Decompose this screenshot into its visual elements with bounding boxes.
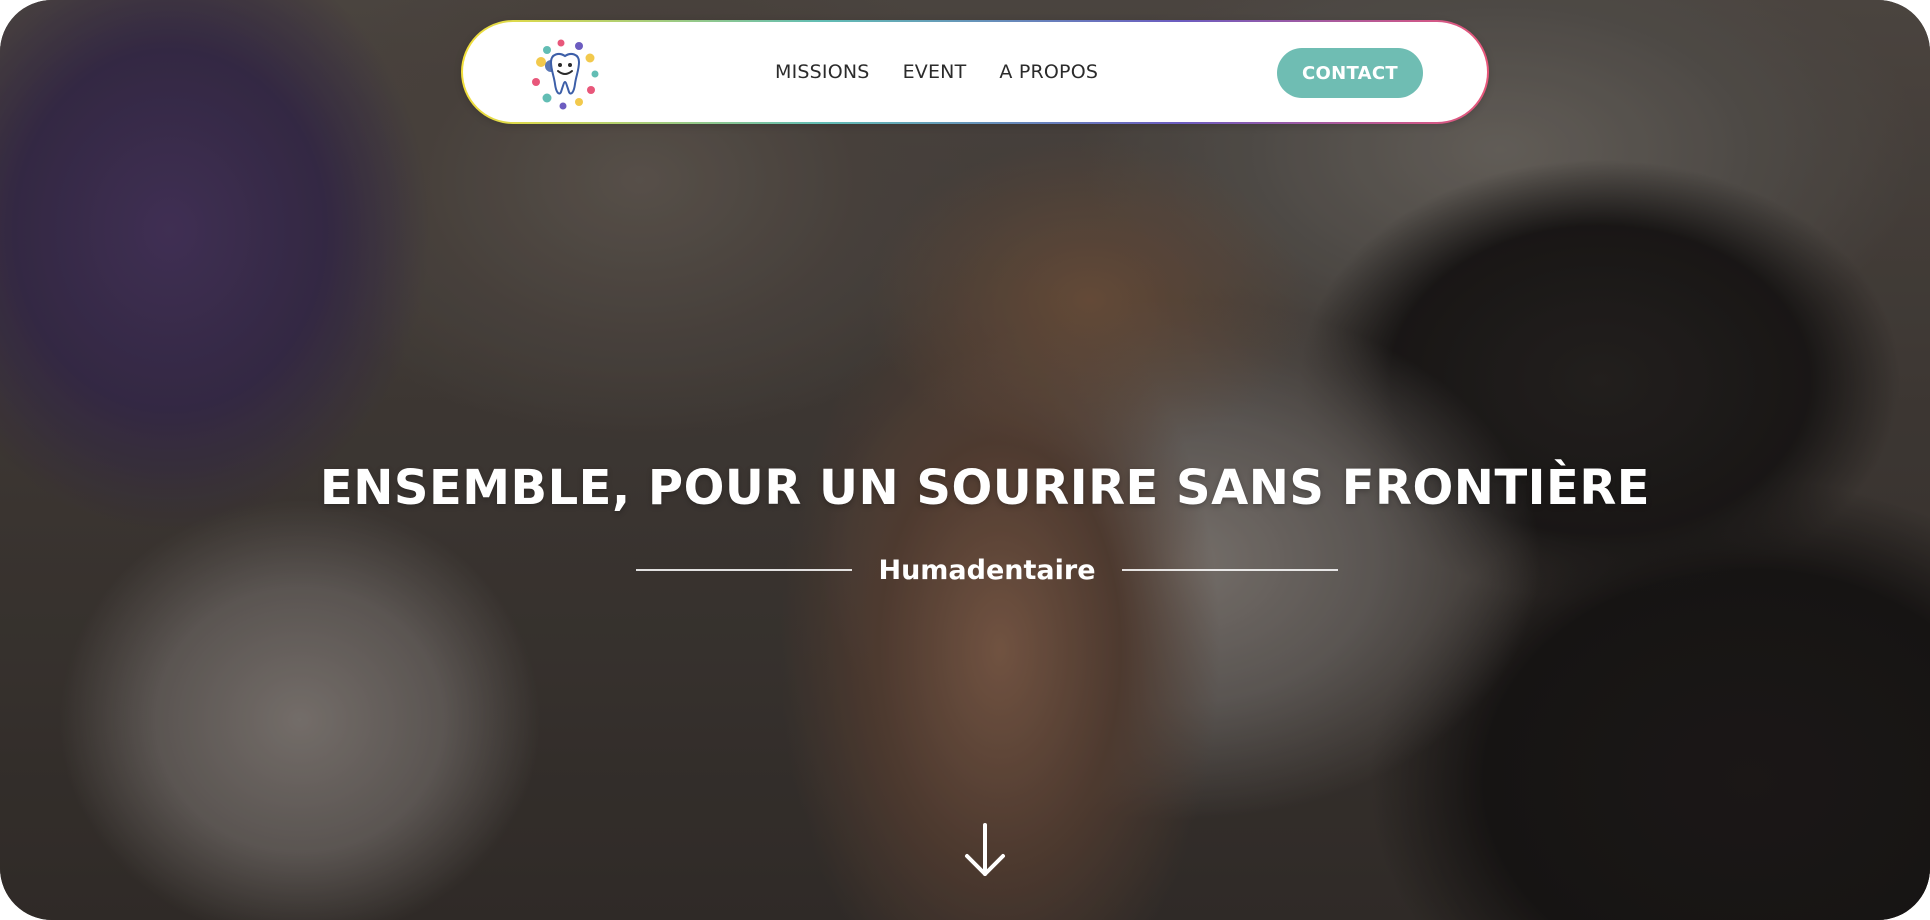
hero-subtitle-row: Humadentaire [632, 552, 1342, 588]
nav-links: MISSIONS EVENT A PROPOS [775, 22, 1098, 122]
nav-link-missions[interactable]: MISSIONS [775, 61, 870, 83]
logo-link[interactable] [527, 36, 603, 112]
nav-link-event[interactable]: EVENT [903, 61, 967, 83]
smiling-tooth-logo-icon [531, 39, 599, 110]
top-navbar: MISSIONS EVENT A PROPOS CONTACT [461, 20, 1489, 124]
nav-link-a-propos[interactable]: A PROPOS [999, 61, 1098, 83]
arrow-down-icon [965, 823, 1005, 876]
contact-button[interactable]: CONTACT [1277, 48, 1423, 98]
right-divider [1121, 569, 1338, 571]
hero-subtitle: Humadentaire [878, 554, 1096, 586]
left-divider [636, 569, 853, 571]
scroll-down-button[interactable] [963, 822, 1007, 878]
hero-title: ENSEMBLE, POUR UN SOURIRE SANS FRONTIÈRE [319, 460, 1651, 516]
page-frame: MISSIONS EVENT A PROPOS CONTACT ENSEMBLE… [0, 0, 1930, 920]
